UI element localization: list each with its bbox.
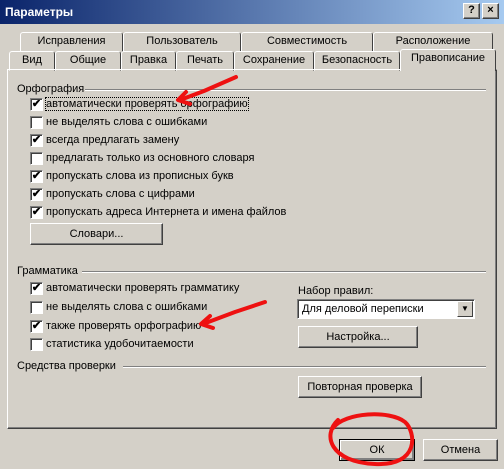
tab-save[interactable]: Сохранение — [234, 51, 314, 71]
tab-corrections[interactable]: Исправления — [20, 32, 123, 52]
close-button[interactable]: × — [482, 3, 499, 19]
help-button[interactable]: ? — [463, 3, 480, 19]
tab-security[interactable]: Безопасность — [314, 51, 400, 71]
tab-view[interactable]: Вид — [9, 51, 55, 71]
tab-panel — [7, 69, 497, 429]
tab-compatibility[interactable]: Совместимость — [241, 32, 373, 52]
window-title: Параметры — [5, 5, 74, 19]
ok-button[interactable]: ОК — [339, 439, 415, 461]
tab-general[interactable]: Общие — [55, 51, 121, 71]
title-bar: Параметры — [0, 0, 504, 24]
tab-spelling[interactable]: Правописание — [400, 49, 496, 71]
tab-edit[interactable]: Правка — [121, 51, 176, 71]
tab-user[interactable]: Пользователь — [123, 32, 241, 52]
tab-print[interactable]: Печать — [176, 51, 234, 71]
cancel-button[interactable]: Отмена — [423, 439, 498, 461]
